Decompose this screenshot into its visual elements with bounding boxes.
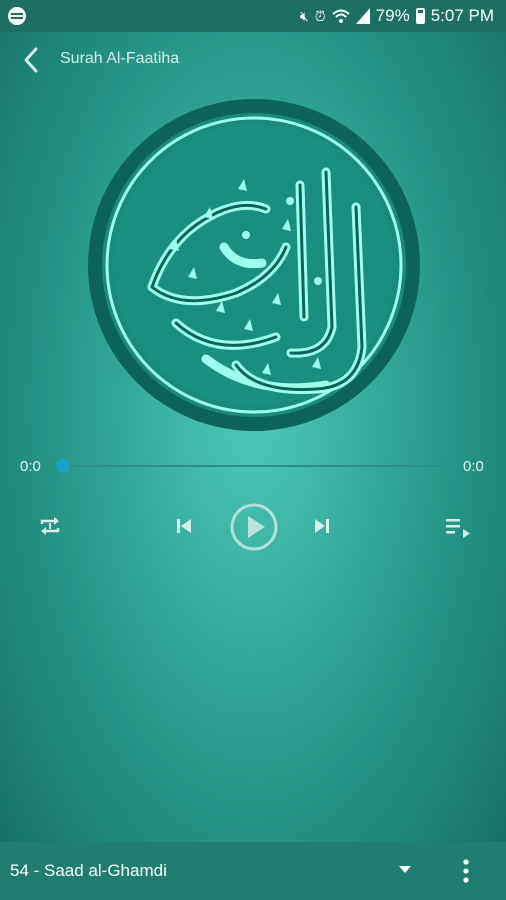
chevron-left-icon[interactable] xyxy=(18,44,46,76)
play-button[interactable] xyxy=(229,502,279,552)
mute-icon: 🔇︎ xyxy=(299,8,309,24)
reciter-bar: 54 - Saad al-Ghamdi xyxy=(0,842,506,900)
alarm-icon: ⏰︎ xyxy=(314,8,326,24)
skip-next-icon[interactable] xyxy=(313,517,331,535)
caret-down-icon[interactable] xyxy=(398,864,412,874)
reciter-label: 54 - Saad al-Ghamdi xyxy=(10,861,167,880)
battery-percent: 79% xyxy=(375,6,410,25)
player-screen: 🔇︎ ⏰︎ 79% 5:07 PM Surah Al-Faatiha 0:0 0… xyxy=(0,0,506,900)
duration-time: 0:0 xyxy=(463,458,484,475)
progress-track[interactable] xyxy=(62,465,445,467)
progress-thumb[interactable] xyxy=(56,459,70,473)
elapsed-time: 0:0 xyxy=(20,458,41,475)
globe-icon xyxy=(8,7,26,25)
clock: 5:07 PM xyxy=(430,6,494,25)
app-bar: Surah Al-Faatiha xyxy=(0,32,506,88)
signal-icon xyxy=(355,8,370,24)
status-bar: 🔇︎ ⏰︎ 79% 5:07 PM xyxy=(0,0,506,32)
quran-logo xyxy=(88,99,420,431)
more-vertical-icon[interactable] xyxy=(462,856,470,886)
status-icons: 🔇︎ ⏰︎ 79% 5:07 PM xyxy=(300,6,494,26)
wifi-icon xyxy=(331,9,350,23)
repeat-icon[interactable] xyxy=(38,514,62,538)
playlist-icon[interactable] xyxy=(446,517,472,539)
page-title: Surah Al-Faatiha xyxy=(60,50,180,67)
skip-previous-icon[interactable] xyxy=(175,517,193,535)
battery-icon xyxy=(415,8,425,24)
